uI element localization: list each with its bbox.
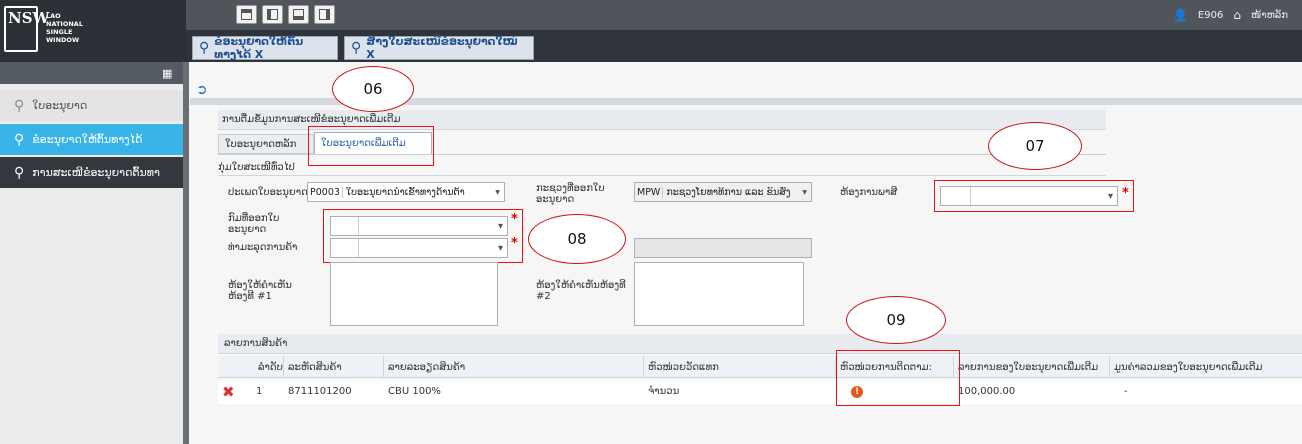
logo-line: WINDOW (46, 36, 80, 44)
logo-line: NATIONAL (46, 20, 83, 28)
subtab-label: ໃບອະນຸຍາດຫລັກ (225, 139, 297, 150)
search-icon: ⚲ (14, 164, 25, 181)
remark-2-textarea[interactable] (634, 262, 804, 326)
search-icon: ⚲ (351, 40, 362, 56)
ministry-label: ກະຊວງທີ່ອອກໃບອະນຸຍາດ (536, 183, 605, 205)
nsw-logo-mark: NSW (4, 6, 49, 52)
annotation-07: 07 (988, 122, 1082, 170)
row-unit: ຈຳນວນ (648, 386, 680, 397)
nsw-logo-text: LAO NATIONAL SINGLE WINDOW (46, 12, 106, 44)
sidebar-header (0, 62, 186, 84)
table-row[interactable] (218, 380, 1302, 404)
readonly-field (634, 238, 812, 258)
layout-rows-button[interactable] (288, 5, 309, 24)
logo-line: LAO (46, 12, 61, 20)
issue-department-label: ກົມທີ່ອອກໃບອະນຸຍາດ (228, 213, 280, 235)
row-quantity: 100,000.00 (958, 386, 1016, 397)
goods-section-title: ລາຍການສິນຄ້າ (224, 338, 288, 349)
customs-office-label: ຫ້ອງການພາສີ (840, 187, 898, 198)
row-code: 8711101200 (288, 386, 352, 397)
chevron-down-icon: ▾ (802, 186, 807, 198)
sidebar-item-requests[interactable]: ⚲ ການສະເໜີຂໍອະນຸຍາດຕົ້ນທາ (0, 157, 186, 188)
permit-type-label: ປະເພດໃບອະນຸຍາດ (228, 187, 308, 198)
general-section-label: ກຸ່ມໃບສະເໜີທົ່ວໄປ (218, 162, 295, 173)
col-header-no: ລຳດັບ (254, 356, 284, 378)
tab-export-permit[interactable]: ⚲ ຂໍອະນຸຍາດໃຫ້ຕົ້ນທາງໄດ້ X (192, 35, 338, 61)
user-icon: 👤 (1172, 8, 1188, 22)
row-desc: CBU 100% (388, 386, 441, 397)
permit-type-select[interactable]: P0003 ໃບອະນຸຍາດນຳເຂົ້າທາງດ້ານຕ້າ ▾ (307, 182, 505, 202)
search-icon: ⚲ (14, 131, 25, 148)
highlight-box-09 (836, 350, 960, 406)
layout-single-button[interactable] (314, 5, 335, 24)
goods-section-header: ລາຍການສິນຄ້າ (218, 334, 1302, 354)
home-link[interactable]: ໜ້າຫລັກ (1251, 10, 1288, 21)
export-icon[interactable]: ➲ (196, 82, 208, 98)
ministry-value: ກະຊວງໂຍທາທິການ ແລະ ຂົນສົ່ງ (666, 186, 791, 198)
delete-icon[interactable]: ✖ (222, 383, 235, 401)
tab-label: ຂໍອະນຸຍາດໃຫ້ຕົ້ນທາງໄດ້ X (214, 35, 304, 61)
tab-label: ສ້າງໃບສະເໜີຂໍອະນຸຍາດໃໝ່ X (366, 35, 518, 61)
chevron-down-icon: ▾ (495, 186, 500, 198)
user-id[interactable]: E906 (1198, 10, 1223, 21)
home-icon[interactable]: ⌂ (1233, 8, 1241, 22)
sidebar-item-export-permit[interactable]: ⚲ ຂໍອະນຸຍາດໃຫ້ຕົ້ນທາງໄດ້ (0, 124, 186, 155)
col-header-unit: ຫົວໜ່ວຍວັດແທກ (644, 356, 836, 378)
col-header-quantity: ລາຍການຂອງໃບອະນຸຍາດເພີ່ມເຕີມ (954, 356, 1110, 378)
col-header-code: ລະຫັດສິນຄ້າ (284, 356, 384, 378)
grid-menu-icon[interactable]: ▦ (162, 67, 172, 80)
sidebar-item-permits[interactable]: ⚲ ໃບອະນຸຍາດ (0, 90, 186, 121)
user-area: 👤 E906 ⌂ ໜ້າຫລັກ (1173, 8, 1288, 22)
ministry-select[interactable]: MPW ກະຊວງໂຍທາທິການ ແລະ ຂົນສົ່ງ ▾ (634, 182, 812, 202)
tab-new-request[interactable]: ⚲ ສ້າງໃບສະເໜີຂໍອະນຸຍາດໃໝ່ X (344, 35, 534, 61)
search-icon: ⚲ (199, 40, 210, 56)
general-section-title: ກຸ່ມໃບສະເໜີທົ່ວໄປ (218, 162, 295, 173)
row-no: 1 (256, 386, 263, 397)
subtab-main-permit[interactable]: ໃບອະນຸຍາດຫລັກ (218, 134, 314, 154)
general-section-divider (218, 175, 1106, 176)
col-header-value: ມູນຄ່າລວມຂອງໃບອະນຸຍາດເພີ່ມເຕີມ (1114, 361, 1263, 373)
layout-columns-button[interactable] (236, 5, 257, 24)
sidebar-item-label: ໃບອະນຸຍາດ (32, 99, 88, 112)
remark-2-label: ຫ້ອງໃຫ້ຄຳເຫັນຫ້ອງທີ #2 (536, 280, 626, 302)
highlight-box-08 (323, 209, 523, 263)
permit-type-code: P0003 (308, 186, 343, 198)
remark-1-textarea[interactable] (330, 262, 498, 326)
section-title: ການຕື່ມຂໍ້ມູນການສະເໜີຂໍອະນຸຍາດເພີ່ມເຕີມ (222, 114, 401, 125)
row-value: - (1124, 386, 1128, 397)
highlight-box-06 (308, 126, 434, 166)
sidebar-item-label: ຂໍອະນຸຍາດໃຫ້ຕົ້ນທາງໄດ້ (32, 133, 143, 146)
search-icon: ⚲ (14, 97, 25, 114)
remark-1-label: ຫ້ອງໃຫ້ຄຳເຫັນຫ້ອງທີ #1 (228, 280, 292, 302)
trade-type-label: ທ່າມະລຸດການຄ້າ (228, 242, 298, 253)
ministry-code: MPW (635, 186, 664, 198)
permit-type-value: ໃບອະນຸຍາດນຳເຂົ້າທາງດ້ານຕ້າ (345, 186, 465, 198)
sidebar-item-label: ການສະເໜີຂໍອະນຸຍາດຕົ້ນທາ (32, 166, 160, 179)
app-logo-area: NSW LAO NATIONAL SINGLE WINDOW (0, 0, 186, 62)
annotation-08: 08 (528, 214, 626, 264)
annotation-09: 09 (846, 296, 946, 344)
annotation-06: 06 (332, 66, 414, 112)
col-header-desc: ລາຍລະອຽດສິນຄ້າ (384, 356, 644, 378)
layout-sidebar-button[interactable] (262, 5, 283, 24)
top-toolbar: 👤 E906 ⌂ ໜ້າຫລັກ (186, 0, 1302, 30)
logo-line: SINGLE (46, 28, 73, 36)
highlight-box-07 (934, 180, 1134, 212)
